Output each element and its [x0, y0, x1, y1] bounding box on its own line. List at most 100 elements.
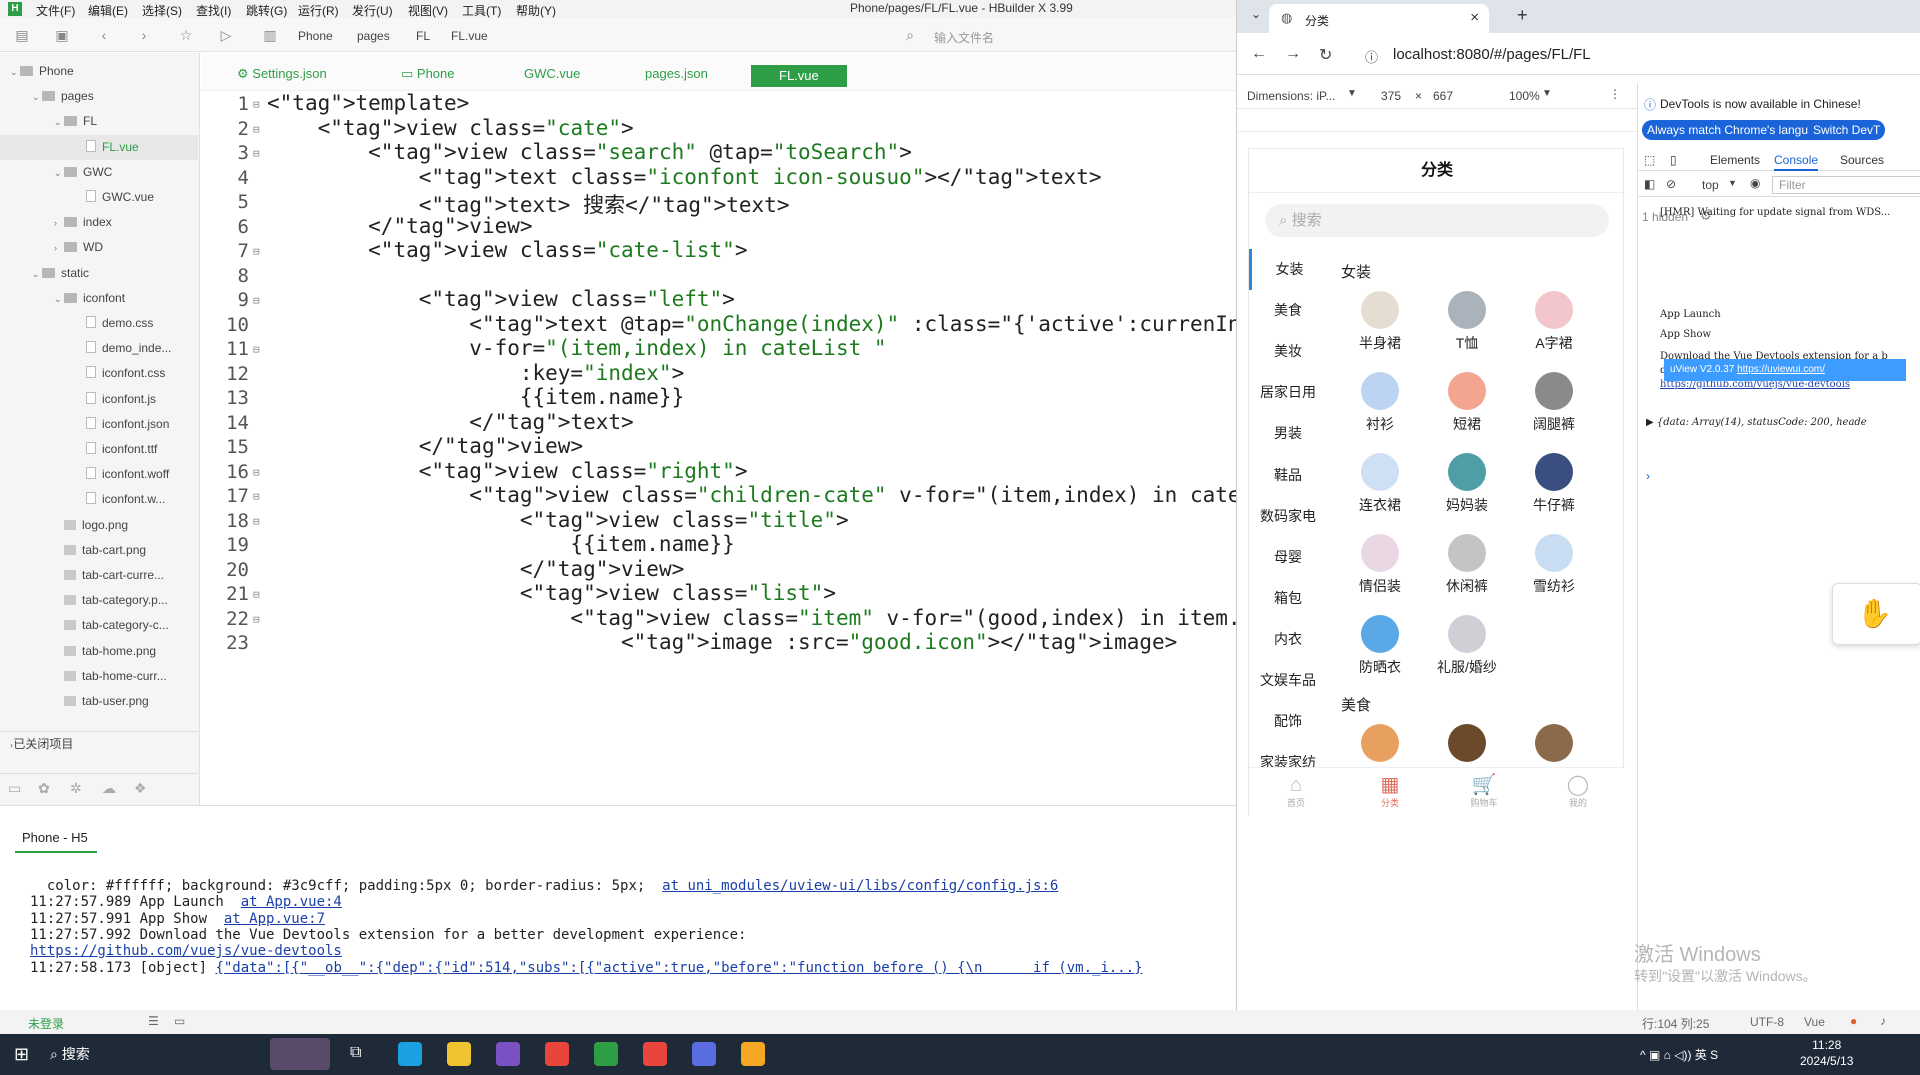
explorer-icon[interactable]	[447, 1042, 471, 1066]
category-item[interactable]: 美妆	[1249, 331, 1327, 372]
new-file-icon[interactable]: ▤	[14, 27, 30, 43]
tab-gwc-vue[interactable]: GWC.vue	[524, 66, 580, 81]
tray-icons[interactable]: ^ ▣ ⌂ ◁)) 英 S	[1640, 1046, 1718, 1063]
folder-icon[interactable]: ▭	[8, 780, 21, 797]
clear-console-icon[interactable]: ⊘	[1666, 177, 1676, 191]
subcategory-item[interactable]: 雪纺衫	[1515, 526, 1593, 606]
subcategory-item[interactable]: 连衣裙	[1341, 445, 1419, 525]
cursor-position[interactable]: 行:104 列:25	[1642, 1015, 1709, 1032]
context-select[interactable]: top	[1702, 178, 1719, 192]
forward-icon[interactable]: ›	[136, 27, 152, 43]
tree-item[interactable]: › WD	[0, 235, 198, 260]
tab-fl-vue[interactable]: FL.vue	[751, 65, 847, 87]
file-search-input[interactable]: 输入文件名	[934, 29, 994, 46]
subcategory-item[interactable]: A字裙	[1515, 283, 1593, 363]
match-language-button[interactable]: Always match Chrome's language	[1642, 120, 1834, 140]
console-link[interactable]: at App.vue:7	[224, 911, 325, 927]
zoom-select[interactable]: 100%	[1509, 89, 1540, 103]
settings-icon[interactable]: ✲	[70, 780, 82, 797]
menu-file[interactable]: 文件(F)	[36, 2, 75, 19]
url-field[interactable]: localhost:8080/#/pages/FL/FL	[1393, 46, 1591, 63]
category-item[interactable]: 居家日用	[1249, 372, 1327, 413]
category-item[interactable]: 配饰	[1249, 701, 1327, 742]
fold-icon[interactable]: ⊟	[253, 515, 260, 528]
device-toggle-icon[interactable]: ▯	[1670, 153, 1677, 167]
subcategory-item[interactable]: 短裙	[1428, 364, 1506, 444]
tree-item[interactable]: iconfont.css	[0, 361, 198, 386]
tree-item[interactable]: iconfont.json	[0, 412, 198, 437]
subcategory-item[interactable]	[1515, 716, 1593, 769]
reload-icon[interactable]: ↻	[1319, 45, 1332, 65]
hbuilder-icon[interactable]	[594, 1042, 618, 1066]
tree-item[interactable]: tab-category.p...	[0, 588, 198, 613]
language-mode[interactable]: Vue	[1804, 1015, 1825, 1029]
console-prompt-icon[interactable]: ›	[1646, 469, 1650, 483]
category-item[interactable]: 美食	[1249, 290, 1327, 331]
more-options-icon[interactable]: ⋮	[1609, 87, 1621, 101]
tree-item[interactable]: logo.png	[0, 513, 198, 538]
tab-settings-json[interactable]: ⚙ Settings.json	[237, 66, 327, 82]
subcategory-item[interactable]	[1341, 716, 1419, 769]
category-item[interactable]: 内衣	[1249, 619, 1327, 660]
console-link[interactable]: https://github.com/vuejs/vue-devtools	[30, 943, 342, 959]
fold-icon[interactable]: ⊟	[253, 343, 260, 356]
fold-icon[interactable]: ⊟	[253, 466, 260, 479]
console-link[interactable]: {"data":[{"__ob__":{"dep":{"id":514,"sub…	[215, 960, 1142, 976]
tree-item[interactable]: › index	[0, 210, 198, 235]
breadcrumb-pages[interactable]: pages	[357, 29, 390, 43]
switch-devtools-button[interactable]: Switch DevT	[1808, 120, 1886, 140]
category-item[interactable]: 箱包	[1249, 578, 1327, 619]
windows-start-icon[interactable]: ⊞	[14, 1044, 29, 1065]
viewport-width[interactable]: 375	[1381, 89, 1401, 103]
forward-arrow-icon[interactable]: →	[1285, 45, 1301, 63]
menu-help[interactable]: 帮助(Y)	[516, 2, 556, 19]
run-icon[interactable]: ▷	[218, 27, 234, 43]
menu-run[interactable]: 运行(R)	[298, 2, 339, 19]
console-title[interactable]: Phone - H5	[22, 830, 88, 845]
tree-item[interactable]: iconfont.woff	[0, 462, 198, 487]
tree-item[interactable]: tab-home-curr...	[0, 664, 198, 689]
menu-tools[interactable]: 工具(T)	[462, 2, 501, 19]
tree-item[interactable]: FL.vue	[0, 134, 198, 160]
tab-console[interactable]: Console	[1774, 153, 1819, 171]
tree-item[interactable]: tab-home.png	[0, 639, 198, 664]
fold-icon[interactable]: ⊟	[253, 490, 260, 503]
chrome-icon[interactable]	[545, 1042, 569, 1066]
back-icon[interactable]: ‹	[96, 27, 112, 43]
uview-link[interactable]: https://uviewui.com/	[1737, 364, 1825, 375]
category-item[interactable]: 文娱车品	[1249, 660, 1327, 701]
inspect-icon[interactable]: ⬚	[1644, 153, 1655, 167]
tree-item[interactable]: tab-cart.png	[0, 538, 198, 563]
category-item[interactable]: 男装	[1249, 413, 1327, 454]
fold-icon[interactable]: ⊟	[253, 123, 260, 136]
plugin-icon[interactable]: ✿	[38, 780, 50, 797]
clock[interactable]: 11:28 2024/5/13	[1800, 1037, 1853, 1069]
menu-select[interactable]: 选择(S)	[142, 2, 182, 19]
subcategory-item[interactable]: 休闲裤	[1428, 526, 1506, 606]
tree-item[interactable]: ⌄ static	[0, 261, 198, 286]
tree-item[interactable]: ⌄ Phone	[0, 59, 198, 84]
tree-item[interactable]: ⌄ pages	[0, 84, 198, 109]
tabbar-item[interactable]: ⌂ 首页	[1249, 774, 1343, 809]
subcategory-item[interactable]: 衬衫	[1341, 364, 1419, 444]
tab-pages-json[interactable]: pages.json	[645, 66, 708, 81]
tabbar-item[interactable]: ◯ 我的	[1531, 774, 1625, 809]
subcategory-item[interactable]: 防晒衣	[1341, 607, 1419, 687]
menu-goto[interactable]: 跳转(G)	[246, 2, 287, 19]
tab-list-chevron-icon[interactable]: ⌄	[1251, 7, 1261, 21]
task-view-icon[interactable]: ⧉	[350, 1044, 361, 1062]
category-item[interactable]: 母婴	[1249, 537, 1327, 578]
vs-icon[interactable]	[496, 1042, 520, 1066]
breadcrumb-fl[interactable]: FL	[416, 29, 430, 43]
code-editor[interactable]: 1 ⊟ <"tag">template> 2 ⊟ <"tag">view class="…	[201, 91, 1236, 805]
save-icon[interactable]: ▣	[54, 27, 70, 43]
device-select[interactable]: Dimensions: iP...	[1247, 89, 1335, 103]
browser-tab[interactable]: ◍ 分类 ×	[1269, 4, 1489, 33]
console-link[interactable]: at App.vue:4	[241, 894, 342, 910]
fold-icon[interactable]: ⊟	[253, 98, 260, 111]
tabbar-item[interactable]: 🛒 购物车	[1437, 774, 1531, 809]
breadcrumb-flvue[interactable]: FL.vue	[451, 29, 488, 43]
fold-icon[interactable]: ⊟	[253, 588, 260, 601]
category-item[interactable]: 鞋品	[1249, 455, 1327, 496]
subcategory-item[interactable]: 情侣装	[1341, 526, 1419, 606]
